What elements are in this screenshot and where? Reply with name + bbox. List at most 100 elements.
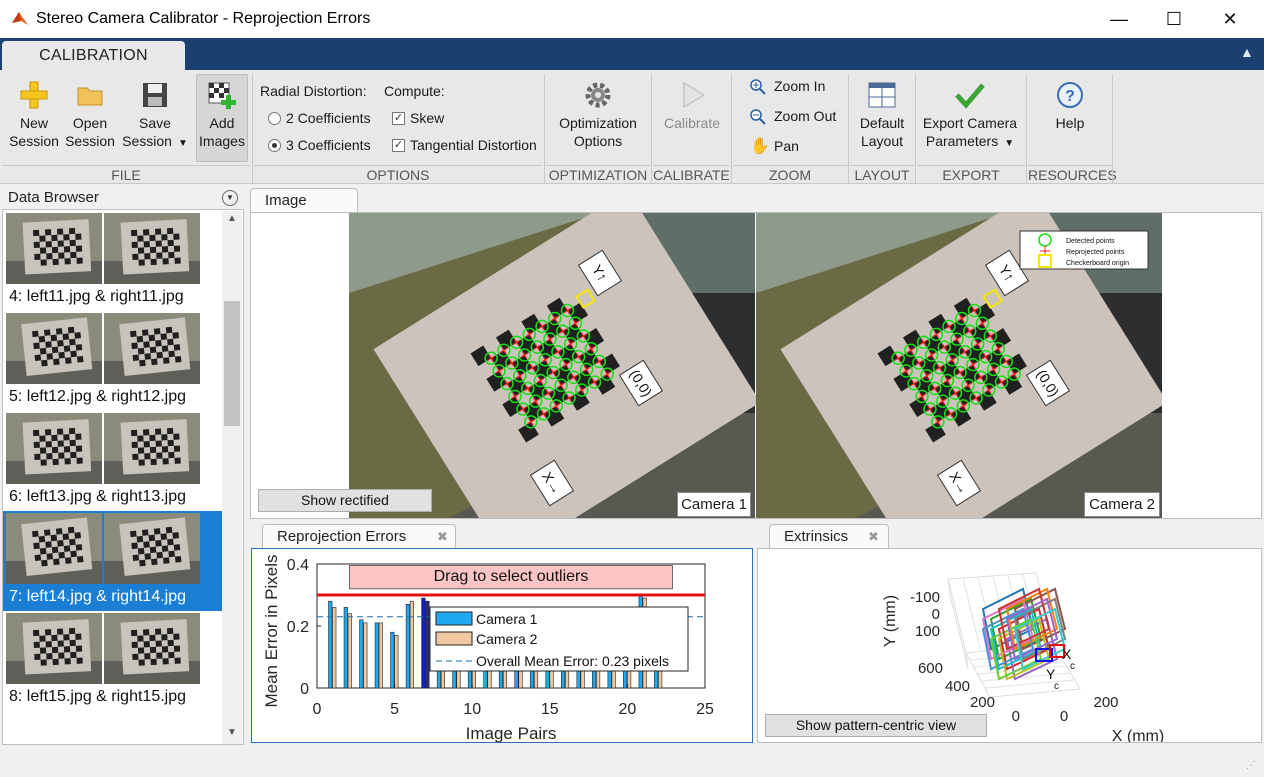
checker-square (51, 446, 59, 454)
checker-square (150, 658, 157, 666)
right-thumbnail-image (104, 313, 200, 384)
scroll-up-icon[interactable]: ▲ (222, 213, 242, 224)
scroll-thumb[interactable] (224, 301, 240, 426)
checker-square (136, 535, 144, 543)
show-rectified-button[interactable]: Show rectified (258, 489, 432, 512)
minimize-button[interactable]: — (1096, 0, 1142, 38)
resources-divider (1028, 165, 1112, 166)
checker-square (64, 458, 71, 465)
collapse-ribbon-icon[interactable]: ▲ (1240, 44, 1258, 62)
checker-square (155, 440, 162, 447)
zoom-divider (733, 165, 847, 166)
checker-square (51, 246, 59, 254)
browser-menu-icon[interactable]: ▼ (222, 190, 238, 206)
checker-square (55, 528, 63, 535)
add-images-button[interactable]: Add Images (196, 78, 248, 158)
browser-scrollbar[interactable]: ▲ ▼ (222, 211, 242, 744)
pan-button[interactable]: ✋ Pan (750, 138, 846, 158)
checker-square (33, 441, 40, 449)
folder-icon (77, 87, 103, 106)
bar (343, 607, 348, 689)
play-icon (683, 82, 705, 108)
checker-square (161, 246, 169, 253)
radial-distortion-label: Radial Distortion: (260, 83, 367, 99)
checker-square (137, 547, 145, 555)
optimization-options-button[interactable]: Optimization Options (552, 78, 644, 158)
checker-square (160, 333, 168, 340)
checker-square (131, 542, 138, 550)
default-layout-button[interactable]: Default Layout (852, 78, 912, 158)
stereo-image-pair: Y↑(0,0)X→Y↑(0,0)X→Detected pointsReproje… (349, 213, 1162, 518)
z-tick-label: 0 (1012, 708, 1020, 725)
checker-square (33, 342, 40, 350)
checker-square (144, 553, 152, 560)
bar (363, 622, 368, 689)
tab-extrinsics[interactable]: Extrinsics ✖ (769, 524, 889, 548)
checker-square (173, 344, 181, 351)
help-button[interactable]: ? Help (1040, 78, 1100, 158)
tab-calibration[interactable]: CALIBRATION (2, 41, 185, 72)
checker-square (46, 453, 53, 460)
checker-square (137, 435, 144, 442)
section-layout: LAYOUT (854, 167, 910, 183)
resize-grip-icon[interactable]: ⋰ (1246, 760, 1260, 774)
checker-square (173, 645, 181, 652)
browser-item[interactable]: 8: left15.jpg & right15.jpg (3, 611, 222, 711)
checker-square (58, 551, 65, 559)
tab-reprojection-errors[interactable]: Reprojection Errors ✖ (262, 524, 456, 548)
checker-square (63, 446, 71, 453)
checker-square (142, 429, 150, 436)
data-browser-title: Data Browser (8, 189, 99, 206)
save-session-button[interactable]: Save Session ▼ (120, 78, 190, 158)
layout-label-1: Default (859, 115, 905, 131)
checker-square (70, 550, 77, 558)
maximize-button[interactable]: ☐ (1151, 0, 1197, 38)
new-session-button[interactable]: New Session (6, 78, 62, 158)
tab-image[interactable]: Image (250, 188, 358, 212)
legend-swatch (435, 611, 473, 626)
radio-2-coefficients[interactable]: 2 Coefficients (268, 110, 378, 128)
scroll-down-icon[interactable]: ▼ (222, 727, 242, 738)
checker-square (57, 339, 64, 347)
separator (1026, 74, 1027, 184)
checker-square (34, 554, 42, 562)
left-thumbnail-image (6, 313, 102, 384)
checker-square (64, 658, 71, 665)
checker-square (155, 539, 162, 547)
show-pattern-centric-view-button[interactable]: Show pattern-centric view (765, 714, 987, 737)
checker-square (34, 253, 41, 261)
three-coefficients-label: 3 Coefficients (286, 137, 371, 153)
checker-square (143, 341, 150, 348)
z-tick-label: 400 (945, 678, 970, 695)
zoom-out-button[interactable]: Zoom Out (750, 108, 846, 128)
checker-square (161, 545, 169, 552)
x-axis-label: Image Pairs (466, 724, 557, 742)
tangential-distortion-checkbox[interactable]: ✓ Tangential Distortion (392, 137, 542, 155)
reprojection-error-chart[interactable]: Drag to select outliers Camera 1 Camera 2 O… (252, 549, 752, 742)
checker-square (160, 533, 168, 540)
two-coefficients-label: 2 Coefficients (286, 110, 371, 126)
browser-item[interactable]: 5: left12.jpg & right12.jpg (3, 311, 222, 411)
checker-square (63, 234, 70, 241)
checker-square (132, 453, 139, 461)
browser-item[interactable]: 6: left13.jpg & right13.jpg (3, 411, 222, 511)
checker-square (142, 629, 150, 636)
close-tab-icon[interactable]: ✖ (437, 525, 448, 548)
checker-square (57, 539, 64, 547)
export-camera-parameters-button[interactable]: Export Camera Parameters ▼ (920, 78, 1020, 158)
close-button[interactable]: ✕ (1207, 0, 1253, 38)
camera-axis-label: Y (1046, 666, 1056, 682)
skew-checkbox[interactable]: ✓ Skew (392, 110, 492, 128)
bar (421, 597, 426, 689)
checker-square (62, 533, 70, 540)
zoom-in-button[interactable]: Zoom In (750, 78, 846, 98)
open-session-button[interactable]: Open Session (62, 78, 118, 158)
x-tick-label: 15 (541, 701, 559, 718)
browser-item[interactable]: 7: left14.jpg & right14.jpg (3, 511, 222, 611)
checker-square (68, 627, 76, 635)
calibrate-button[interactable]: Calibrate (656, 78, 728, 158)
browser-item[interactable]: 4: left11.jpg & right11.jpg (3, 211, 222, 311)
close-tab-icon[interactable]: ✖ (868, 525, 879, 548)
radio-3-coefficients[interactable]: 3 Coefficients (268, 137, 378, 155)
checker-square (40, 459, 47, 466)
